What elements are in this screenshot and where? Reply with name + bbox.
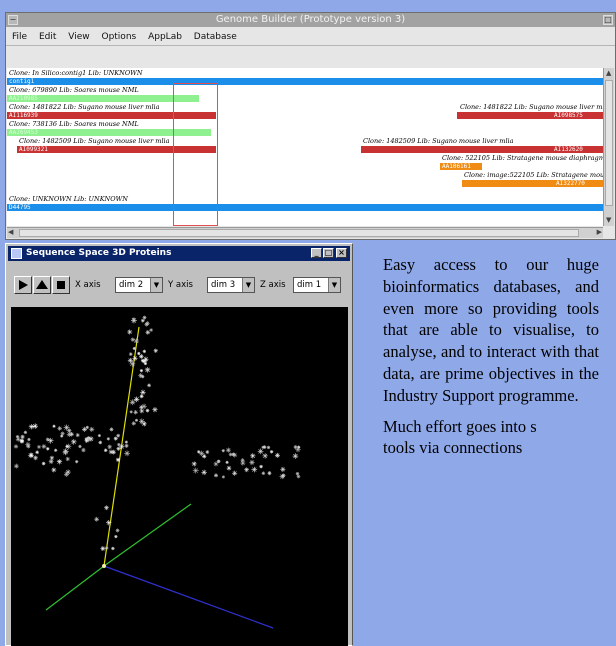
scroll-up-icon[interactable]: ▲ xyxy=(606,69,611,78)
clone-label: Clone: 1482509 Lib: Sugano mouse liver m… xyxy=(363,137,514,145)
clone-label: Clone: In Silico:contig1 Lib: UNKNOWN xyxy=(9,69,143,77)
track-contig[interactable] xyxy=(7,204,603,211)
horizontal-scrollbar[interactable]: ◀ ▶ xyxy=(7,227,603,238)
point-cloud xyxy=(13,315,301,551)
accession-label: D44795 xyxy=(9,204,31,211)
genome-builder-window: − Genome Builder (Prototype version 3) □… xyxy=(5,12,616,240)
accession-label: AA210985 xyxy=(9,95,38,102)
z-axis-label: Z axis xyxy=(260,280,286,290)
article-paragraph: Easy access to our huge bioinformatics d… xyxy=(383,255,599,405)
clone-label: Clone: UNKNOWN Lib: UNKNOWN xyxy=(9,195,128,203)
accession-label: AI322770 xyxy=(556,180,585,187)
clone-label: Clone: 738136 Lib: Soares mouse NML xyxy=(9,120,139,128)
menu-view[interactable]: View xyxy=(68,32,89,42)
menu-applab[interactable]: AppLab xyxy=(148,32,182,42)
z-axis-select[interactable]: dim 1 ▼ xyxy=(293,277,341,293)
z-axis-line-back xyxy=(45,565,105,611)
play-button[interactable] xyxy=(14,276,32,294)
stop-button[interactable] xyxy=(52,276,70,294)
accession-label: AI099321 xyxy=(19,146,48,153)
accession-label: AA106161 xyxy=(442,163,471,170)
genome-builder-title: Genome Builder (Prototype version 3) xyxy=(215,14,406,25)
3d-viewport[interactable] xyxy=(11,307,348,646)
scrollbar-thumb[interactable] xyxy=(605,80,613,206)
z-axis-line xyxy=(103,503,192,567)
genome-builder-menubar: File Edit View Options AppLab Database xyxy=(6,28,615,46)
chevron-down-icon[interactable]: ▼ xyxy=(242,278,254,292)
clone-label: Clone: 1481822 Lib: Sugano mouse liver m… xyxy=(9,103,160,111)
article-line: tools via connections xyxy=(383,438,523,458)
eject-button[interactable] xyxy=(33,276,51,294)
stop-icon xyxy=(57,281,65,289)
scroll-left-icon[interactable]: ◀ xyxy=(8,228,13,237)
minimize-icon[interactable]: _ xyxy=(311,248,322,258)
selection-box[interactable] xyxy=(173,83,218,226)
3d-plot[interactable] xyxy=(11,307,348,646)
y-axis-value: dim 3 xyxy=(211,280,236,290)
clone-label: Clone: 679890 Lib: Soares mouse NML xyxy=(9,86,139,94)
accession-label: AI132620 xyxy=(554,146,583,153)
chevron-down-icon[interactable]: ▼ xyxy=(328,278,340,292)
maximize-icon[interactable]: □ xyxy=(323,248,334,258)
accession-label: contig1 xyxy=(9,78,35,85)
x-axis-value: dim 2 xyxy=(119,280,144,290)
chevron-down-icon[interactable]: ▼ xyxy=(150,278,162,292)
menu-options[interactable]: Options xyxy=(101,32,136,42)
menu-file[interactable]: File xyxy=(12,32,27,42)
scroll-down-icon[interactable]: ▼ xyxy=(606,216,611,225)
clone-label: Clone: 522105 Lib: Stratagene mouse diap… xyxy=(442,154,603,162)
vertical-scrollbar[interactable]: ▲ ▼ xyxy=(603,68,614,226)
accession-label: AI116939 xyxy=(9,112,38,119)
maximize-icon[interactable]: □ xyxy=(603,15,613,25)
article-line: Much effort goes into s xyxy=(383,416,537,436)
z-axis-value: dim 1 xyxy=(297,280,322,290)
window-menu-icon[interactable]: − xyxy=(8,15,18,25)
y-axis-select[interactable]: dim 3 ▼ xyxy=(207,277,255,293)
clone-label: Clone: image:522105 Lib: Stratagene mous… xyxy=(464,171,603,179)
x-axis-label: X axis xyxy=(75,280,101,290)
article-text: Easy access to our huge bioinformatics d… xyxy=(383,254,616,459)
sequence-space-window: Sequence Space 3D Proteins _ □ × X axis … xyxy=(5,243,353,646)
play-icon xyxy=(19,280,28,290)
scroll-right-icon[interactable]: ▶ xyxy=(597,228,602,237)
menu-database[interactable]: Database xyxy=(194,32,237,42)
sequence-space-toolbar: X axis dim 2 ▼ Y axis dim 3 ▼ Z axis dim… xyxy=(8,264,350,308)
alignment-canvas[interactable]: Clone: In Silico:contig1 Lib: UNKNOWN co… xyxy=(7,68,603,226)
accession-label: AI098575 xyxy=(554,112,583,119)
clone-label: Clone: 1481822 Lib: Sugano mouse liver m… xyxy=(460,103,603,111)
sequence-space-titlebar[interactable]: Sequence Space 3D Proteins _ □ × xyxy=(8,246,350,261)
x-axis-line xyxy=(103,565,274,629)
accession-label: AA269453 xyxy=(9,129,38,136)
track-contig[interactable] xyxy=(7,78,603,85)
origin-point xyxy=(102,564,106,568)
x-axis-select[interactable]: dim 2 ▼ xyxy=(115,277,163,293)
genome-builder-titlebar[interactable]: − Genome Builder (Prototype version 3) □ xyxy=(6,13,615,27)
y-axis-label: Y axis xyxy=(168,280,193,290)
scrollbar-thumb[interactable] xyxy=(19,229,579,237)
sequence-space-title: Sequence Space 3D Proteins xyxy=(26,248,172,258)
eject-icon xyxy=(36,280,48,289)
close-icon[interactable]: × xyxy=(336,248,347,258)
menu-edit[interactable]: Edit xyxy=(39,32,56,42)
app-icon xyxy=(11,248,22,259)
article-paragraph-partial: Much effort goes into s tools via connec… xyxy=(383,416,616,460)
clone-label: Clone: 1482509 Lib: Sugano mouse liver m… xyxy=(19,137,170,145)
